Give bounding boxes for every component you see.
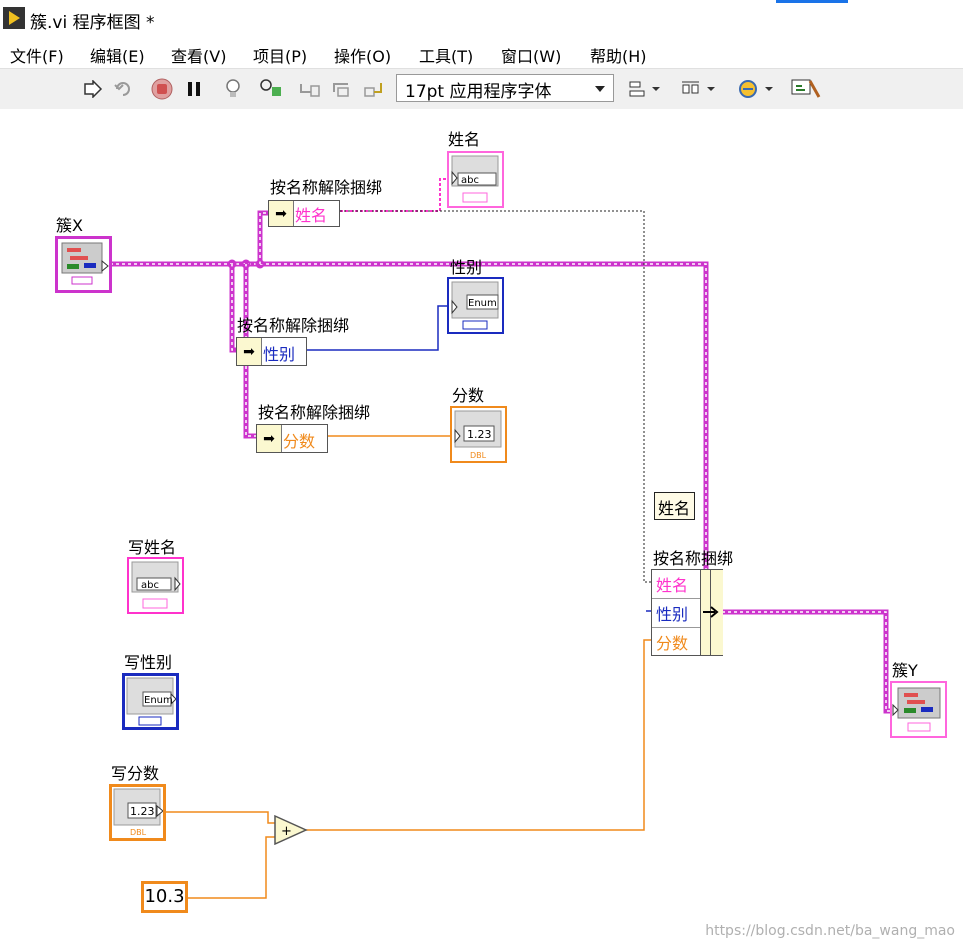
distribute-icon[interactable] (680, 78, 718, 100)
write-name-control[interactable]: abc (127, 557, 184, 614)
abc-glyph: abc (461, 175, 479, 186)
name-string-constant-text: 姓名 (658, 499, 691, 518)
step-into-icon[interactable] (299, 78, 321, 100)
bundle-label: 按名称捆绑 (653, 549, 734, 568)
bundle-field-gender[interactable]: 性别 (652, 599, 700, 628)
numeric-constant[interactable]: 10.3 (141, 881, 188, 913)
score-indicator-label: 分数 (452, 386, 485, 405)
dbl-indicator-icon: 1.23 DBL (454, 410, 502, 460)
highlight-bulb-icon[interactable] (222, 78, 244, 100)
bundle-field-score[interactable]: 分数 (652, 628, 700, 656)
bundle-arrow-icon (700, 570, 723, 655)
watermark: https://blog.csdn.net/ba_wang_mao (705, 923, 955, 939)
name-indicator-label: 姓名 (448, 130, 481, 149)
menu-file[interactable]: 文件(F) (10, 43, 64, 67)
align-icon[interactable] (627, 78, 663, 100)
constant-string-wire[interactable] (340, 210, 652, 583)
chevron-down-icon (595, 86, 605, 92)
unbundle-by-name-2[interactable]: ➡ 性别 (236, 337, 307, 366)
num-glyph: 1.23 (467, 428, 492, 441)
unbundle-by-name-3[interactable]: ➡ 分数 (256, 424, 328, 453)
toolbar: 17pt 应用程序字体 (0, 68, 963, 110)
dbl-wire-constant[interactable] (187, 836, 276, 899)
enum-indicator-icon: Enum (451, 281, 499, 330)
unbundle-2-field[interactable]: 性别 (263, 341, 295, 365)
add-triangle-icon: + (274, 814, 308, 846)
dbl-glyph: DBL (470, 451, 487, 460)
cluster-x-control[interactable] (55, 236, 112, 293)
cluster-y-label: 簇Y (892, 661, 918, 680)
cluster-y-indicator[interactable] (890, 681, 947, 738)
menu-bar: 文件(F) 编辑(E) 查看(V) 项目(P) 操作(O) 工具(T) 窗口(W… (0, 40, 963, 68)
unbundle-3-field[interactable]: 分数 (283, 428, 315, 452)
font-select[interactable]: 17pt 应用程序字体 (396, 74, 614, 102)
step-over-icon[interactable] (332, 78, 354, 100)
name-indicator[interactable]: abc (447, 151, 504, 208)
window-title: 簇.vi 程序框图 * (30, 13, 155, 33)
name-string-constant[interactable]: 姓名 (654, 492, 695, 520)
cluster-icon (892, 687, 941, 732)
unbundle-by-name-1[interactable]: ➡ 姓名 (268, 200, 340, 227)
menu-operate[interactable]: 操作(O) (334, 43, 391, 67)
menu-project[interactable]: 项目(P) (253, 43, 307, 67)
block-diagram[interactable]: 簇X 按名称解除捆绑 ➡ 姓名 按名称解除捆绑 ➡ 性别 按名称解除捆绑 ➡ 分… (0, 109, 963, 947)
string-control-icon: abc (131, 561, 181, 609)
dbl-control-icon: 1.23 DBL (113, 788, 164, 837)
menu-edit[interactable]: 编辑(E) (90, 43, 145, 67)
dbl-wire-sum[interactable] (306, 639, 652, 831)
step-out-icon[interactable] (363, 78, 385, 100)
probe-icon[interactable] (259, 78, 281, 100)
numeric-constant-value: 10.3 (144, 886, 185, 907)
write-name-label: 写姓名 (128, 538, 177, 557)
string-indicator-icon: abc (451, 155, 499, 203)
abort-icon[interactable] (151, 78, 173, 100)
enum-glyph: Enum (144, 695, 173, 706)
bundle-field-score-text: 分数 (656, 634, 689, 653)
cleanup-icon[interactable] (789, 78, 823, 100)
unbundle-1-field[interactable]: 姓名 (295, 202, 327, 226)
title-bar: 簇.vi 程序框图 * (0, 0, 963, 40)
unbundle-arrow-icon: ➡ (257, 425, 282, 452)
add-function[interactable]: + (274, 814, 308, 846)
abc-glyph: abc (141, 580, 159, 591)
cluster-icon (61, 242, 109, 285)
write-gender-label: 写性别 (124, 653, 173, 672)
bundle-field-name-text: 姓名 (656, 576, 689, 595)
unbundle-arrow-icon: ➡ (237, 338, 262, 365)
title-accent (776, 0, 848, 3)
menu-window[interactable]: 窗口(W) (501, 43, 561, 67)
unbundle-3-label: 按名称解除捆绑 (258, 403, 371, 422)
num-glyph: 1.23 (130, 805, 155, 818)
write-gender-control[interactable]: Enum (122, 673, 179, 730)
menu-help[interactable]: 帮助(H) (590, 43, 647, 67)
gender-indicator[interactable]: Enum (447, 277, 504, 334)
dbl-glyph: DBL (130, 828, 147, 837)
unbundle-1-label: 按名称解除捆绑 (270, 178, 383, 197)
run-arrow-icon[interactable] (82, 78, 104, 100)
pause-icon[interactable] (183, 78, 205, 100)
retain-wire-icon[interactable] (112, 78, 134, 100)
score-indicator[interactable]: 1.23 DBL (450, 406, 507, 463)
dbl-wire-write-score[interactable] (165, 811, 276, 824)
menu-tools[interactable]: 工具(T) (419, 43, 473, 67)
unbundle-arrow-icon: ➡ (269, 201, 294, 226)
write-score-label: 写分数 (111, 764, 160, 783)
enum-glyph: Enum (468, 298, 497, 309)
reorder-icon[interactable] (736, 78, 776, 100)
labview-app-icon (3, 7, 25, 29)
bundle-field-gender-text: 性别 (656, 605, 689, 624)
write-score-control[interactable]: 1.23 DBL (109, 784, 166, 841)
add-glyph: + (281, 824, 292, 839)
gender-indicator-label: 性别 (450, 258, 483, 277)
unbundle-2-label: 按名称解除捆绑 (237, 316, 350, 335)
cluster-x-label: 簇X (56, 216, 83, 235)
menu-view[interactable]: 查看(V) (171, 43, 226, 67)
bundle-by-name[interactable]: 姓名 性别 分数 (651, 569, 723, 656)
bundle-field-name[interactable]: 姓名 (652, 570, 700, 599)
enum-control-icon: Enum (126, 677, 177, 726)
font-select-value: 17pt 应用程序字体 (405, 82, 552, 102)
